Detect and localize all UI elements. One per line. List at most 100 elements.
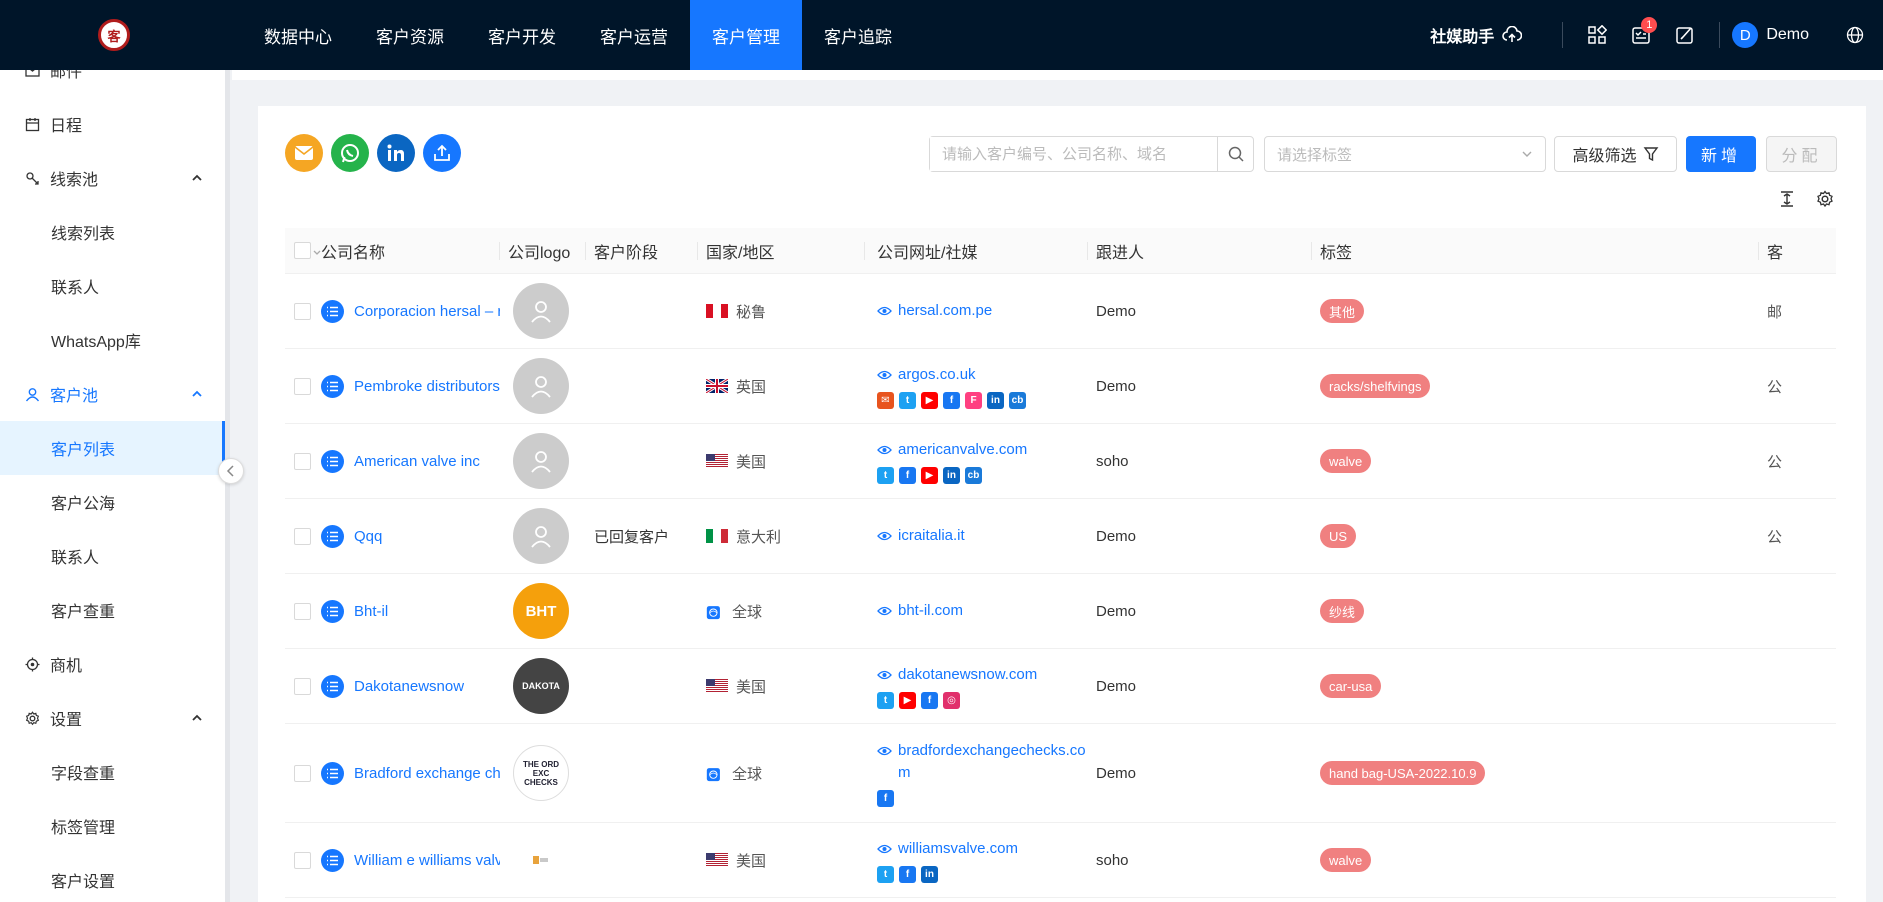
sidebar-item-11[interactable]: 商机 — [0, 637, 225, 691]
sidebar-item-12[interactable]: 设置 — [0, 691, 225, 745]
language-button[interactable] — [1839, 19, 1871, 51]
assign-button[interactable]: 分配 — [1766, 136, 1837, 172]
mail-icon[interactable]: ✉ — [877, 391, 894, 409]
company-name-link[interactable]: Pembroke distributors... — [354, 378, 500, 395]
column-header-3[interactable]: 国家/地区 — [698, 228, 865, 274]
sidebar-item-0[interactable]: 邮件 — [0, 70, 225, 97]
customer-tag[interactable]: hand bag-USA-2022.10.9 — [1320, 761, 1486, 785]
column-header-5[interactable]: 跟进人 — [1088, 228, 1312, 274]
website-link[interactable]: bradfordexchangechecks.com — [898, 740, 1088, 784]
social-helper-button[interactable]: 社媒助手 — [1430, 23, 1523, 47]
detail-list-icon[interactable] — [321, 674, 344, 698]
customer-tag[interactable]: walve — [1320, 848, 1372, 872]
table-row[interactable]: American valve inc 美国 americanvalve.com t f ▶… — [285, 424, 1859, 499]
customer-tag[interactable]: 其他 — [1320, 299, 1365, 323]
detail-list-icon[interactable] — [321, 761, 344, 785]
tag-select[interactable]: 请选择标签 — [1264, 136, 1546, 172]
website-link[interactable]: hersal.com.pe — [898, 300, 992, 322]
table-row[interactable]: Corporacion hersal – r... 秘鲁 hersal.com.pe… — [285, 274, 1859, 349]
user-avatar[interactable]: D — [1732, 22, 1759, 48]
advanced-filter-button[interactable]: 高级筛选 — [1554, 136, 1677, 172]
column-header-6[interactable]: 标签 — [1312, 228, 1759, 274]
nav-item-1[interactable]: 客户资源 — [354, 0, 466, 70]
sidebar-item-15[interactable]: 客户设置 — [0, 853, 225, 902]
facebook-icon[interactable]: f — [899, 865, 916, 883]
whatsapp-icon[interactable] — [331, 134, 369, 172]
website-link[interactable]: americanvalve.com — [898, 439, 1027, 461]
youtube-icon[interactable]: ▶ — [921, 466, 938, 484]
company-name-link[interactable]: Corporacion hersal – r... — [354, 303, 500, 320]
linkedin-icon[interactable]: in — [987, 391, 1004, 409]
website-link[interactable]: dakotanewsnow.com — [898, 664, 1037, 686]
row-checkbox[interactable] — [294, 452, 311, 470]
twitter-icon[interactable]: t — [877, 466, 894, 484]
detail-list-icon[interactable] — [321, 524, 344, 548]
detail-list-icon[interactable] — [321, 848, 344, 872]
sidebar-item-9[interactable]: 联系人 — [0, 529, 225, 583]
row-checkbox[interactable] — [294, 764, 311, 782]
youtube-icon[interactable]: ▶ — [899, 691, 916, 709]
table-row[interactable]: Pembroke distributors... 英国 argos.co.uk ✉ t ▶… — [285, 349, 1859, 424]
table-row[interactable]: Bradford exchange ch... THE ORD EXC CHECK… — [285, 724, 1859, 823]
customer-tag[interactable]: 纱线 — [1320, 599, 1365, 623]
sidebar-item-14[interactable]: 标签管理 — [0, 799, 225, 853]
nav-item-3[interactable]: 客户运营 — [578, 0, 690, 70]
select-all-checkbox[interactable] — [294, 242, 311, 259]
instagram-icon[interactable]: ◎ — [943, 691, 960, 709]
sidebar-item-7[interactable]: 客户列表 — [0, 421, 225, 475]
sidebar-item-3[interactable]: 线索列表 — [0, 205, 225, 259]
linkedin-icon[interactable]: in — [943, 466, 960, 484]
table-settings-gear-icon[interactable] — [1816, 190, 1834, 208]
website-link[interactable]: argos.co.uk — [898, 364, 976, 386]
row-checkbox[interactable] — [294, 527, 311, 545]
company-name-link[interactable]: Bradford exchange ch... — [354, 765, 500, 782]
row-checkbox[interactable] — [294, 377, 311, 395]
row-checkbox[interactable] — [294, 602, 311, 620]
website-link[interactable]: williamsvalve.com — [898, 838, 1018, 860]
detail-list-icon[interactable] — [321, 599, 344, 623]
facebook-icon[interactable]: f — [877, 789, 894, 807]
company-name-link[interactable]: Bht-il — [354, 603, 388, 620]
company-name-link[interactable]: American valve inc — [354, 453, 480, 470]
sidebar-scrollbar-track[interactable] — [225, 70, 230, 902]
detail-list-icon[interactable] — [321, 374, 344, 398]
row-checkbox[interactable] — [294, 302, 311, 320]
website-link[interactable]: icraitalia.it — [898, 525, 965, 547]
sidebar-item-2[interactable]: 线索池 — [0, 151, 225, 205]
facebook-icon[interactable]: f — [899, 466, 916, 484]
table-row[interactable]: Dakotanewsnow DAKOTA 美国 dakotanewsnow.com t ▶… — [285, 649, 1859, 724]
export-upload-icon[interactable] — [423, 134, 461, 172]
sidebar-item-13[interactable]: 字段查重 — [0, 745, 225, 799]
nav-item-4[interactable]: 客户管理 — [690, 0, 802, 70]
detail-list-icon[interactable] — [321, 299, 344, 323]
nav-item-5[interactable]: 客户追踪 — [802, 0, 914, 70]
company-name-link[interactable]: William e williams valv... — [354, 852, 500, 869]
customer-tag[interactable]: walve — [1320, 449, 1372, 473]
company-name-link[interactable]: Dakotanewsnow — [354, 678, 464, 695]
crunchbase-icon[interactable]: cb — [1009, 391, 1026, 409]
twitter-icon[interactable]: t — [877, 865, 894, 883]
email-icon[interactable] — [285, 134, 323, 172]
sidebar-item-1[interactable]: 日程 — [0, 97, 225, 151]
apps-grid-button[interactable] — [1581, 19, 1613, 51]
sidebar-item-4[interactable]: 联系人 — [0, 259, 225, 313]
app-logo[interactable]: 客 — [0, 0, 228, 70]
add-button[interactable]: 新增 — [1686, 136, 1756, 172]
company-name-link[interactable]: Qqq — [354, 528, 382, 545]
column-header-2[interactable]: 客户阶段 — [586, 228, 698, 274]
linkedin-icon[interactable] — [377, 134, 415, 172]
facebook-icon[interactable]: f — [921, 691, 938, 709]
row-checkbox[interactable] — [294, 677, 311, 695]
sidebar-item-6[interactable]: 客户池 — [0, 367, 225, 421]
customer-tag[interactable]: racks/shelfvings — [1320, 374, 1431, 398]
flickr-icon[interactable]: F — [965, 391, 982, 409]
youtube-icon[interactable]: ▶ — [921, 391, 938, 409]
table-row[interactable]: William e williams valv... 美国 williamsvalv… — [285, 823, 1859, 898]
table-row[interactable]: Bht-il BHT 全球 bht-il.com Demo 纱线 — [285, 574, 1859, 649]
sidebar-item-10[interactable]: 客户查重 — [0, 583, 225, 637]
table-row[interactable]: Qqq 已回复客户 意大利 icraitalia.it Demo US 公 — [285, 499, 1859, 574]
twitter-icon[interactable]: t — [877, 691, 894, 709]
tasks-button[interactable]: 1 — [1625, 17, 1658, 51]
search-input[interactable] — [930, 137, 1217, 171]
user-name[interactable]: Demo — [1766, 26, 1809, 44]
